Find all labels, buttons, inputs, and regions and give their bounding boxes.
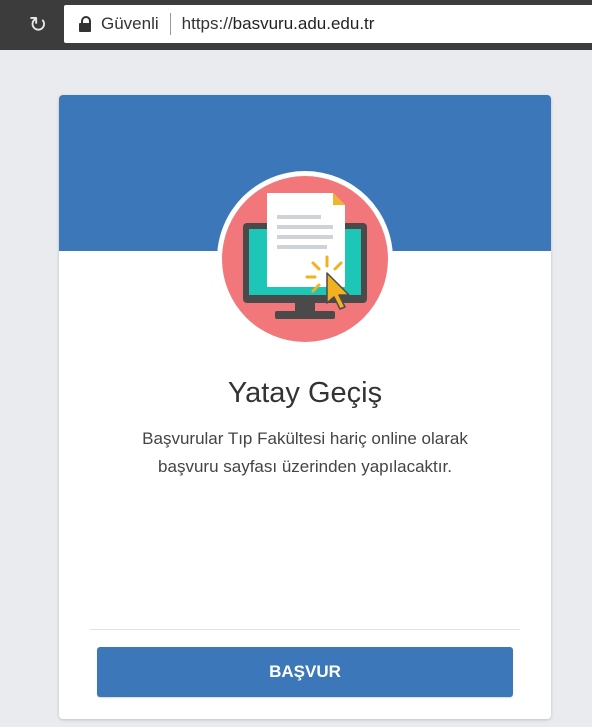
description-line-1: Başvurular Tıp Fakültesi hariç online ol… — [142, 429, 468, 448]
address-separator — [169, 13, 171, 35]
card-divider — [90, 629, 520, 630]
security-label: Güvenli — [101, 14, 159, 33]
card-title: Yatay Geçiş — [227, 377, 383, 409]
application-card: Yatay Geçiş Başvurular Tıp Fakültesi har… — [59, 95, 551, 719]
apply-button[interactable]: BAŞVUR — [97, 647, 513, 697]
description-line-2: başvuru sayfası üzerinden yapılacaktır. — [158, 457, 452, 476]
reload-icon[interactable]: ↻ — [22, 9, 54, 41]
browser-toolbar: ↻ Güvenli https:// basvuru.adu.edu.tr — [0, 0, 592, 50]
online-application-icon — [217, 171, 393, 347]
address-bar[interactable]: Güvenli https:// basvuru.adu.edu.tr — [64, 5, 592, 43]
url-host: basvuru.adu.edu.tr — [232, 14, 375, 33]
url-scheme: https:// — [181, 14, 233, 33]
card-description: Başvurular Tıp Fakültesi hariç online ol… — [89, 425, 521, 481]
lock-icon — [78, 16, 92, 32]
